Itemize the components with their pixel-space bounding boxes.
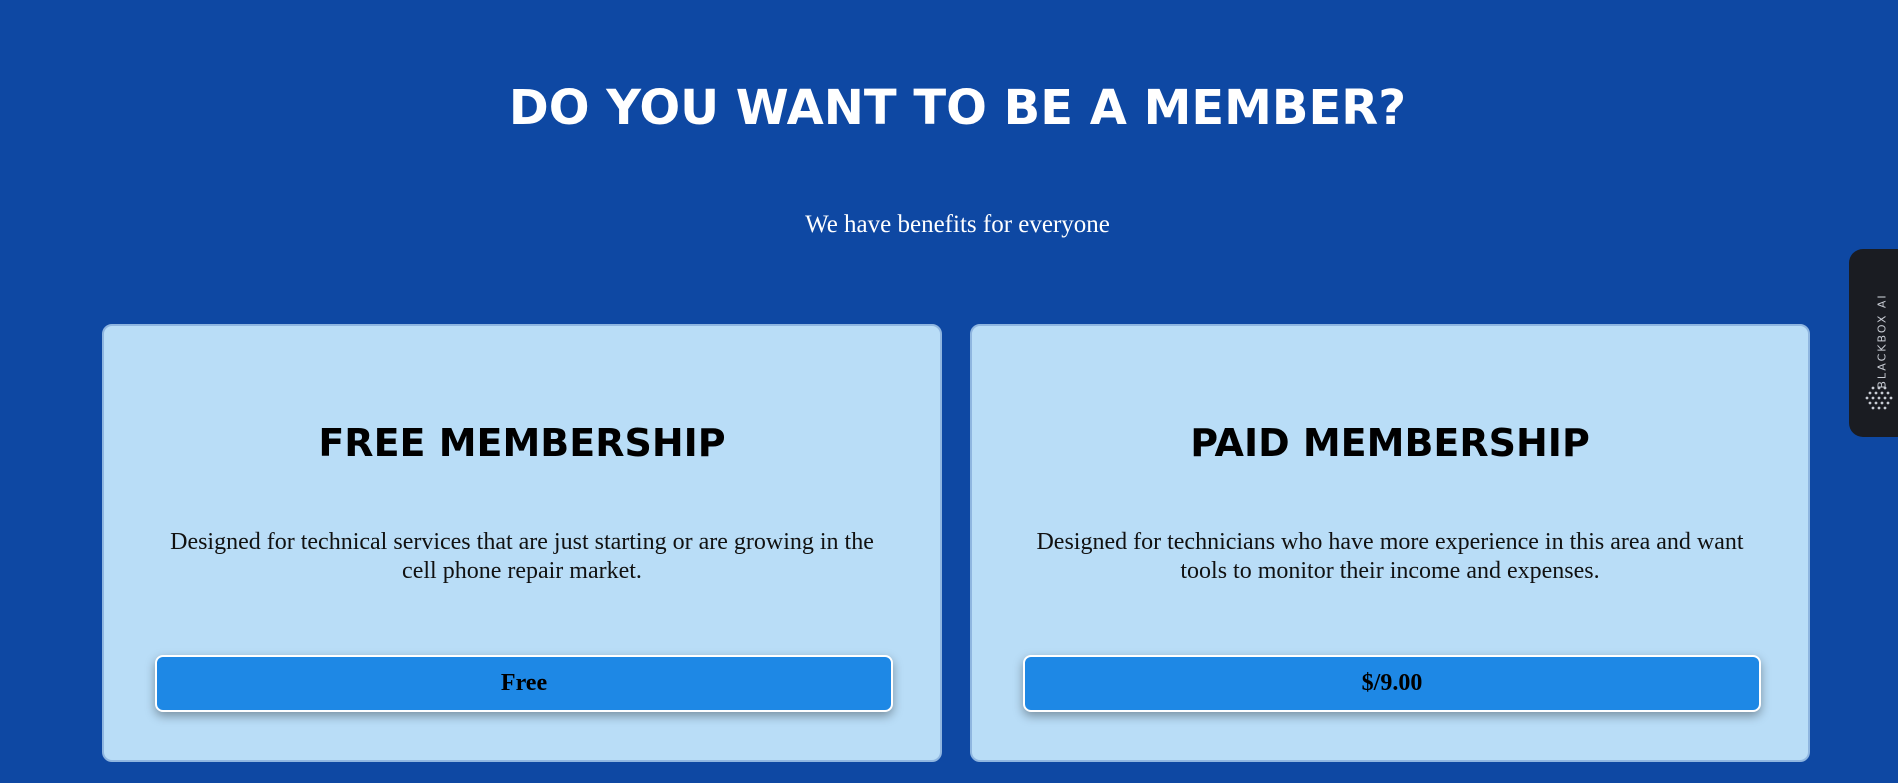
blackbox-ai-widget[interactable]: BLACKBOX AI [1849,249,1898,437]
page-subtitle: We have benefits for everyone [805,211,1110,238]
blackbox-dots-icon [1865,386,1893,410]
free-membership-button[interactable]: Free [155,655,893,712]
paid-membership-description: Designed for technicians who have more e… [1036,529,1744,584]
free-membership-card: FREE MEMBERSHIP Designed for technical s… [102,324,942,762]
blackbox-ai-label: BLACKBOX AI [1875,293,1889,389]
free-membership-description: Designed for technical services that are… [170,529,874,584]
page-title: DO YOU WANT TO BE A MEMBER? [508,80,1407,136]
paid-membership-title: PAID MEMBERSHIP [1190,421,1590,465]
paid-membership-card: PAID MEMBERSHIP Designed for technicians… [970,324,1810,762]
free-membership-title: FREE MEMBERSHIP [318,421,726,465]
membership-page: { "header": { "title": "DO YOU WANT TO B… [0,0,1898,783]
paid-membership-button[interactable]: $/9.00 [1023,655,1761,712]
